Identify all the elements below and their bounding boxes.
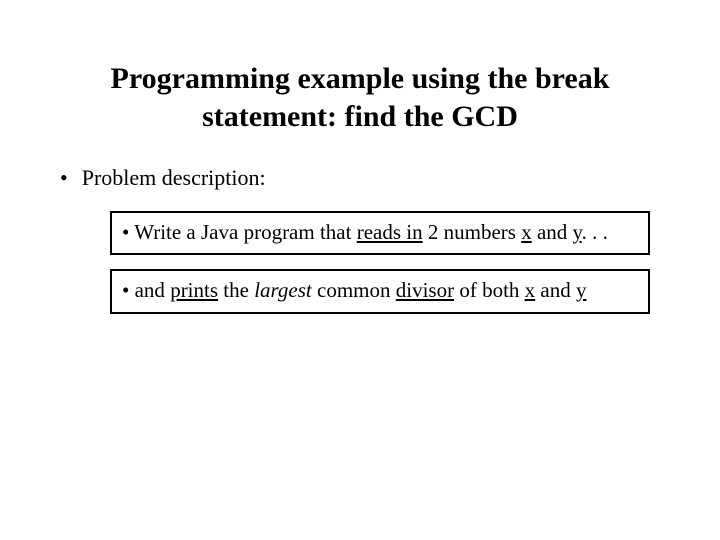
box2-largest: largest: [254, 278, 312, 302]
box2-pre: • and: [122, 278, 170, 302]
box1-mid1: 2 numbers: [423, 220, 522, 244]
box1-y: y: [573, 220, 582, 244]
box1-mid2: and: [532, 220, 573, 244]
bullet-problem-description: • Problem description:: [60, 165, 670, 191]
box1-text-pre: • Write a Java program that: [122, 220, 357, 244]
box2-x: x: [525, 278, 536, 302]
box2-mid3: of both: [454, 278, 525, 302]
box2-mid2: common: [312, 278, 396, 302]
title-line-2: statement: find the GCD: [202, 100, 518, 133]
box2-mid1: the: [218, 278, 254, 302]
problem-box-2: • and prints the largest common divisor …: [110, 269, 650, 313]
slide-title: Programming example using the break stat…: [90, 60, 630, 135]
bullet-label: Problem description:: [82, 165, 266, 191]
box1-tail: . . .: [582, 220, 608, 244]
box1-reads-in: reads in: [357, 220, 423, 244]
box2-mid4: and: [535, 278, 576, 302]
box1-x: x: [521, 220, 532, 244]
problem-box-1: • Write a Java program that reads in 2 n…: [110, 211, 650, 255]
problem-boxes: • Write a Java program that reads in 2 n…: [110, 211, 650, 314]
box2-prints: prints: [170, 278, 218, 302]
slide: Programming example using the break stat…: [0, 0, 720, 314]
bullet-dot-icon: •: [60, 165, 68, 191]
box2-divisor: divisor: [396, 278, 454, 302]
title-line-1: Programming example using the break: [111, 62, 610, 95]
box2-y: y: [576, 278, 587, 302]
